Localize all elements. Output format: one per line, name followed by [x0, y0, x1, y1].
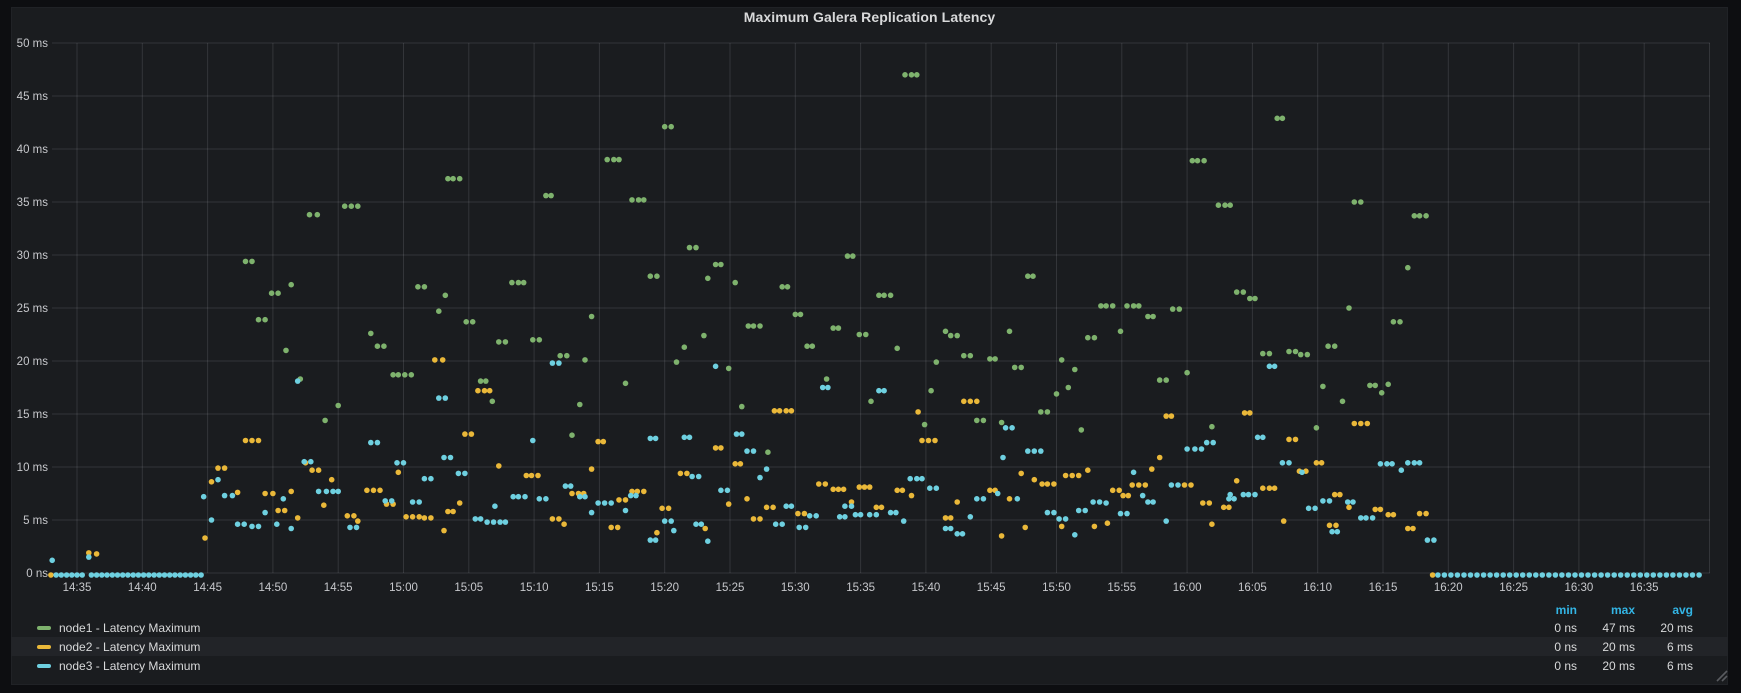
x-axis-tick-label: 15:05 [454, 582, 483, 594]
legend-stat-avg: 20 ms [1635, 621, 1693, 635]
x-axis-tick-label: 16:10 [1303, 582, 1332, 594]
x-axis-tick-label: 16:35 [1630, 582, 1659, 594]
legend-sort-avg[interactable]: avg [1635, 603, 1693, 617]
y-axis-tick-label: 25 ms [17, 303, 49, 315]
legend-stat-min: 0 ns [1519, 621, 1577, 635]
legend-stat-max: 20 ms [1577, 659, 1635, 673]
legend-row-node2[interactable]: node2 - Latency Maximum 0 ns20 ms6 ms [11, 637, 1728, 656]
latency-scatter-chart[interactable]: 0 ns 5 ms 10 ms 15 ms 20 ms 25 ms 30 ms 35 ms 40… [0, 0, 1741, 693]
series-color-swatch-icon [37, 626, 51, 630]
x-axis-tick-label: 15:40 [912, 582, 941, 594]
y-axis-tick-label: 35 ms [17, 197, 49, 209]
x-axis-tick-label: 14:35 [63, 582, 92, 594]
legend-stat-avg: 6 ms [1635, 640, 1693, 654]
x-axis-tick-label: 15:50 [1042, 582, 1071, 594]
legend-row-node3[interactable]: node3 - Latency Maximum 0 ns20 ms6 ms [11, 656, 1728, 675]
series-1-points [243, 72, 1429, 455]
y-axis-tick-label: 45 ms [17, 91, 49, 103]
x-axis-tick-label: 15:10 [520, 582, 549, 594]
series-color-swatch-icon [37, 645, 51, 649]
x-axis-tick-label: 14:50 [259, 582, 288, 594]
legend-stat-min: 0 ns [1519, 640, 1577, 654]
legend-series-label[interactable]: node1 - Latency Maximum [59, 621, 200, 635]
x-axis-tick-label: 14:45 [193, 582, 222, 594]
y-axis-tick-label: 40 ms [17, 144, 49, 156]
x-axis-tick-label: 16:15 [1369, 582, 1398, 594]
x-axis-tick-label: 16:20 [1434, 582, 1463, 594]
panel-title[interactable]: Maximum Galera Replication Latency [11, 9, 1728, 33]
legend-row-node1[interactable]: node1 - Latency Maximum 0 ns47 ms20 ms [11, 618, 1728, 637]
x-axis-tick-label: 16:30 [1565, 582, 1594, 594]
x-axis-tick-label: 14:40 [128, 582, 157, 594]
y-axis-tick-label: 15 ms [17, 409, 49, 421]
x-axis-tick-label: 15:25 [716, 582, 745, 594]
grid [52, 43, 1710, 573]
legend-stat-max: 20 ms [1577, 640, 1635, 654]
legend-sort-max[interactable]: max [1577, 603, 1635, 617]
x-axis-tick-label: 16:05 [1238, 582, 1267, 594]
series-3-points [49, 360, 1701, 577]
legend-stat-avg: 6 ms [1635, 659, 1693, 673]
legend-stat-min: 0 ns [1519, 659, 1577, 673]
x-axis-tick-label: 15:00 [389, 582, 418, 594]
y-axis-tick-label: 20 ms [17, 356, 49, 368]
x-axis-tick-label: 14:55 [324, 582, 353, 594]
x-axis-tick-label: 15:30 [781, 582, 810, 594]
x-axis-tick-label: 16:25 [1499, 582, 1528, 594]
legend-sort-min[interactable]: min [1519, 603, 1577, 617]
x-axis-tick-label: 15:15 [585, 582, 614, 594]
x-axis-tick-label: 15:45 [977, 582, 1006, 594]
x-axis-tick-label: 16:00 [1173, 582, 1202, 594]
legend: minmaxavgnode1 - Latency Maximum0 ns47 m… [11, 601, 1728, 675]
y-axis-tick-label: 50 ms [17, 38, 49, 50]
y-axis-tick-label: 0 ns [26, 568, 48, 580]
y-axis-tick-label: 10 ms [17, 462, 49, 474]
x-axis-tick-label: 15:55 [1107, 582, 1136, 594]
legend-stat-max: 47 ms [1577, 621, 1635, 635]
y-axis-tick-label: 5 ms [23, 515, 48, 527]
axis-labels: 0 ns 5 ms 10 ms 15 ms 20 ms 25 ms 30 ms 35 ms 40… [17, 38, 1659, 594]
x-axis-tick-label: 15:35 [846, 582, 875, 594]
y-axis-tick-label: 30 ms [17, 250, 49, 262]
legend-series-label[interactable]: node2 - Latency Maximum [59, 640, 200, 654]
legend-series-label[interactable]: node3 - Latency Maximum [59, 659, 200, 673]
x-axis-tick-label: 15:20 [650, 582, 679, 594]
legend-stats-header: minmaxavg [11, 601, 1728, 618]
series-color-swatch-icon [37, 664, 51, 668]
